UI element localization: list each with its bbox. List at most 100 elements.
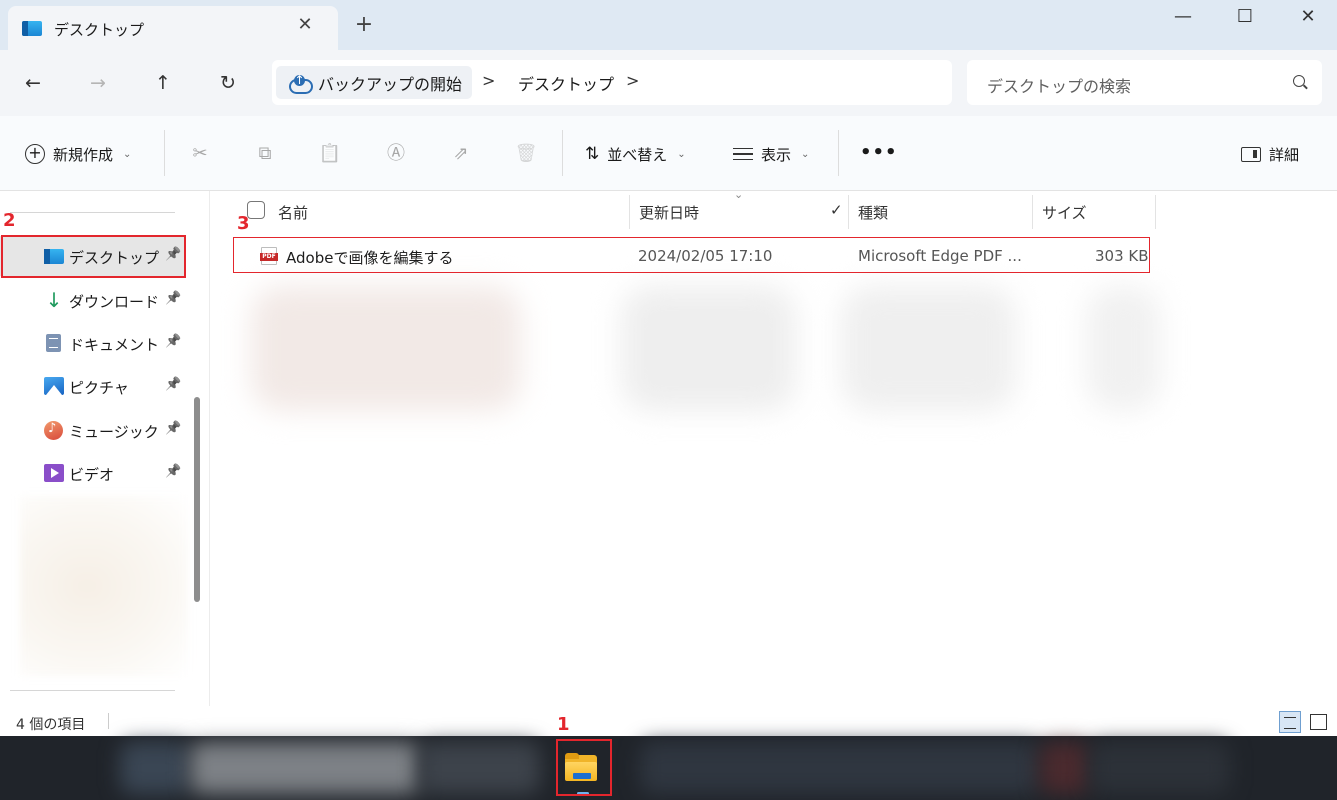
document-icon — [46, 334, 61, 352]
view-list-icon — [733, 148, 753, 160]
pin-icon[interactable]: 📌 — [165, 421, 181, 436]
plus-circle-icon: + — [25, 144, 45, 164]
sort-indicator-icon: ⌄ — [734, 188, 744, 201]
up-button[interactable]: ↑ — [150, 70, 176, 96]
title-bar: デスクトップ ✕ + — ☐ ✕ — [0, 0, 1337, 50]
sidebar-item-music[interactable]: ミュージック 📌 — [0, 410, 185, 450]
sidebar-item-label: ダウンロード — [69, 293, 160, 311]
divider — [10, 690, 175, 691]
new-button-label: 新規作成 — [53, 145, 114, 164]
minimize-button[interactable]: — — [1163, 6, 1203, 28]
select-all-checkbox[interactable] — [247, 201, 265, 219]
sort-button[interactable]: ⇅ 並べ替え ⌄ — [585, 140, 686, 168]
step-number-3: 3 — [237, 213, 250, 234]
tab-title: デスクトップ — [54, 21, 145, 39]
scrollbar-thumb[interactable] — [194, 397, 200, 602]
share-icon[interactable]: ⇗ — [449, 142, 473, 166]
column-type[interactable]: 種類 — [858, 202, 888, 223]
chevron-down-icon: ⌄ — [677, 148, 686, 160]
item-count: 4 個の項目 — [16, 717, 86, 733]
download-icon: ↓ — [45, 288, 63, 312]
column-name[interactable]: 名前 — [278, 202, 308, 223]
search-input[interactable]: デスクトップの検索 — [967, 60, 1322, 105]
pin-icon[interactable]: 📌 — [165, 377, 181, 392]
tiles-view-button[interactable] — [1307, 711, 1329, 733]
sidebar-item-label: ビデオ — [69, 466, 115, 484]
pin-icon[interactable]: 📌 — [165, 464, 181, 479]
paste-icon[interactable]: 📋 — [318, 142, 342, 166]
search-placeholder: デスクトップの検索 — [987, 77, 1132, 96]
highlight-box-explorer — [556, 739, 612, 796]
new-button[interactable]: + 新規作成 ⌄ — [25, 140, 131, 168]
cut-icon[interactable]: ✂ — [188, 142, 212, 166]
navigation-bar: ← → ↑ ↻ バックアップの開始 > デスクトップ > デスクトップの検索 — [0, 50, 1337, 116]
sidebar-item-videos[interactable]: ビデオ 📌 — [0, 453, 185, 493]
status-bar: 4 個の項目 — [0, 706, 1337, 736]
view-button-label: 表示 — [761, 145, 792, 164]
step-number-1: 1 — [557, 714, 570, 735]
column-size[interactable]: サイズ — [1042, 202, 1087, 223]
divider — [10, 212, 175, 213]
breadcrumb-separator[interactable]: > — [482, 71, 495, 90]
blurred-region — [1040, 742, 1090, 794]
highlight-box-desktop — [1, 235, 186, 278]
step-number-2: 2 — [3, 210, 16, 231]
sidebar-item-pictures[interactable]: ピクチャ 📌 — [0, 366, 185, 406]
view-button[interactable]: 表示 ⌄ — [733, 140, 809, 168]
cloud-backup-icon — [288, 74, 313, 94]
divider[interactable] — [848, 195, 849, 229]
blurred-region — [1090, 742, 1230, 794]
sidebar-item-documents[interactable]: ドキュメント 📌 — [0, 323, 185, 363]
divider — [838, 130, 839, 176]
sort-button-label: 並べ替え — [607, 145, 668, 164]
chevron-down-icon: ⌄ — [801, 148, 810, 160]
close-window-button[interactable]: ✕ — [1288, 6, 1328, 28]
sidebar-item-label: ピクチャ — [69, 379, 129, 397]
blurred-region — [190, 742, 420, 794]
back-button[interactable]: ← — [20, 70, 46, 96]
divider[interactable] — [1155, 195, 1156, 229]
rename-icon[interactable]: Ⓐ — [384, 142, 408, 166]
details-pane-icon — [1241, 146, 1261, 162]
highlight-box-file — [233, 237, 1150, 273]
details-pane-button[interactable]: 詳細 — [1241, 140, 1299, 168]
blurred-region — [20, 496, 188, 676]
video-icon — [44, 464, 64, 482]
breadcrumb-separator[interactable]: > — [626, 71, 639, 90]
breadcrumb-root[interactable]: バックアップの開始 — [276, 66, 473, 99]
pictures-icon — [44, 377, 64, 395]
new-tab-button[interactable]: + — [352, 14, 376, 38]
pin-icon[interactable]: 📌 — [165, 334, 181, 349]
refresh-button[interactable]: ↻ — [215, 70, 241, 96]
blurred-region — [420, 742, 540, 794]
copy-icon[interactable]: ⧉ — [253, 142, 277, 166]
divider — [562, 130, 563, 176]
divider — [164, 130, 165, 176]
delete-icon[interactable]: 🗑 — [514, 142, 538, 166]
maximize-button[interactable]: ☐ — [1225, 6, 1265, 28]
more-options-icon[interactable]: ••• — [860, 142, 898, 163]
close-tab-icon[interactable]: ✕ — [294, 14, 316, 36]
tab-desktop[interactable]: デスクトップ ✕ — [8, 6, 338, 50]
sidebar-item-label: ミュージック — [69, 423, 159, 441]
blurred-region — [1086, 286, 1161, 411]
pin-icon[interactable]: 📌 — [165, 291, 181, 306]
column-modified[interactable]: 更新日時 — [639, 202, 699, 223]
chevron-down-icon: ⌄ — [123, 148, 132, 160]
taskbar — [0, 736, 1337, 800]
check-icon: ✓ — [830, 201, 843, 219]
sidebar-item-downloads[interactable]: ↓ ダウンロード 📌 — [0, 280, 185, 320]
breadcrumb-current[interactable]: デスクトップ — [518, 71, 614, 95]
blurred-region — [621, 286, 796, 411]
divider[interactable] — [1032, 195, 1033, 229]
address-bar[interactable]: バックアップの開始 > デスクトップ > — [272, 60, 952, 105]
blurred-region — [640, 742, 1040, 794]
music-icon — [44, 421, 63, 440]
forward-button[interactable]: → — [85, 70, 111, 96]
blurred-region — [120, 742, 190, 794]
blurred-region — [251, 286, 521, 411]
sidebar-scrollbar[interactable] — [192, 207, 202, 602]
sidebar-item-label: ドキュメント — [69, 336, 160, 354]
divider[interactable] — [629, 195, 630, 229]
details-view-button[interactable] — [1279, 711, 1301, 733]
